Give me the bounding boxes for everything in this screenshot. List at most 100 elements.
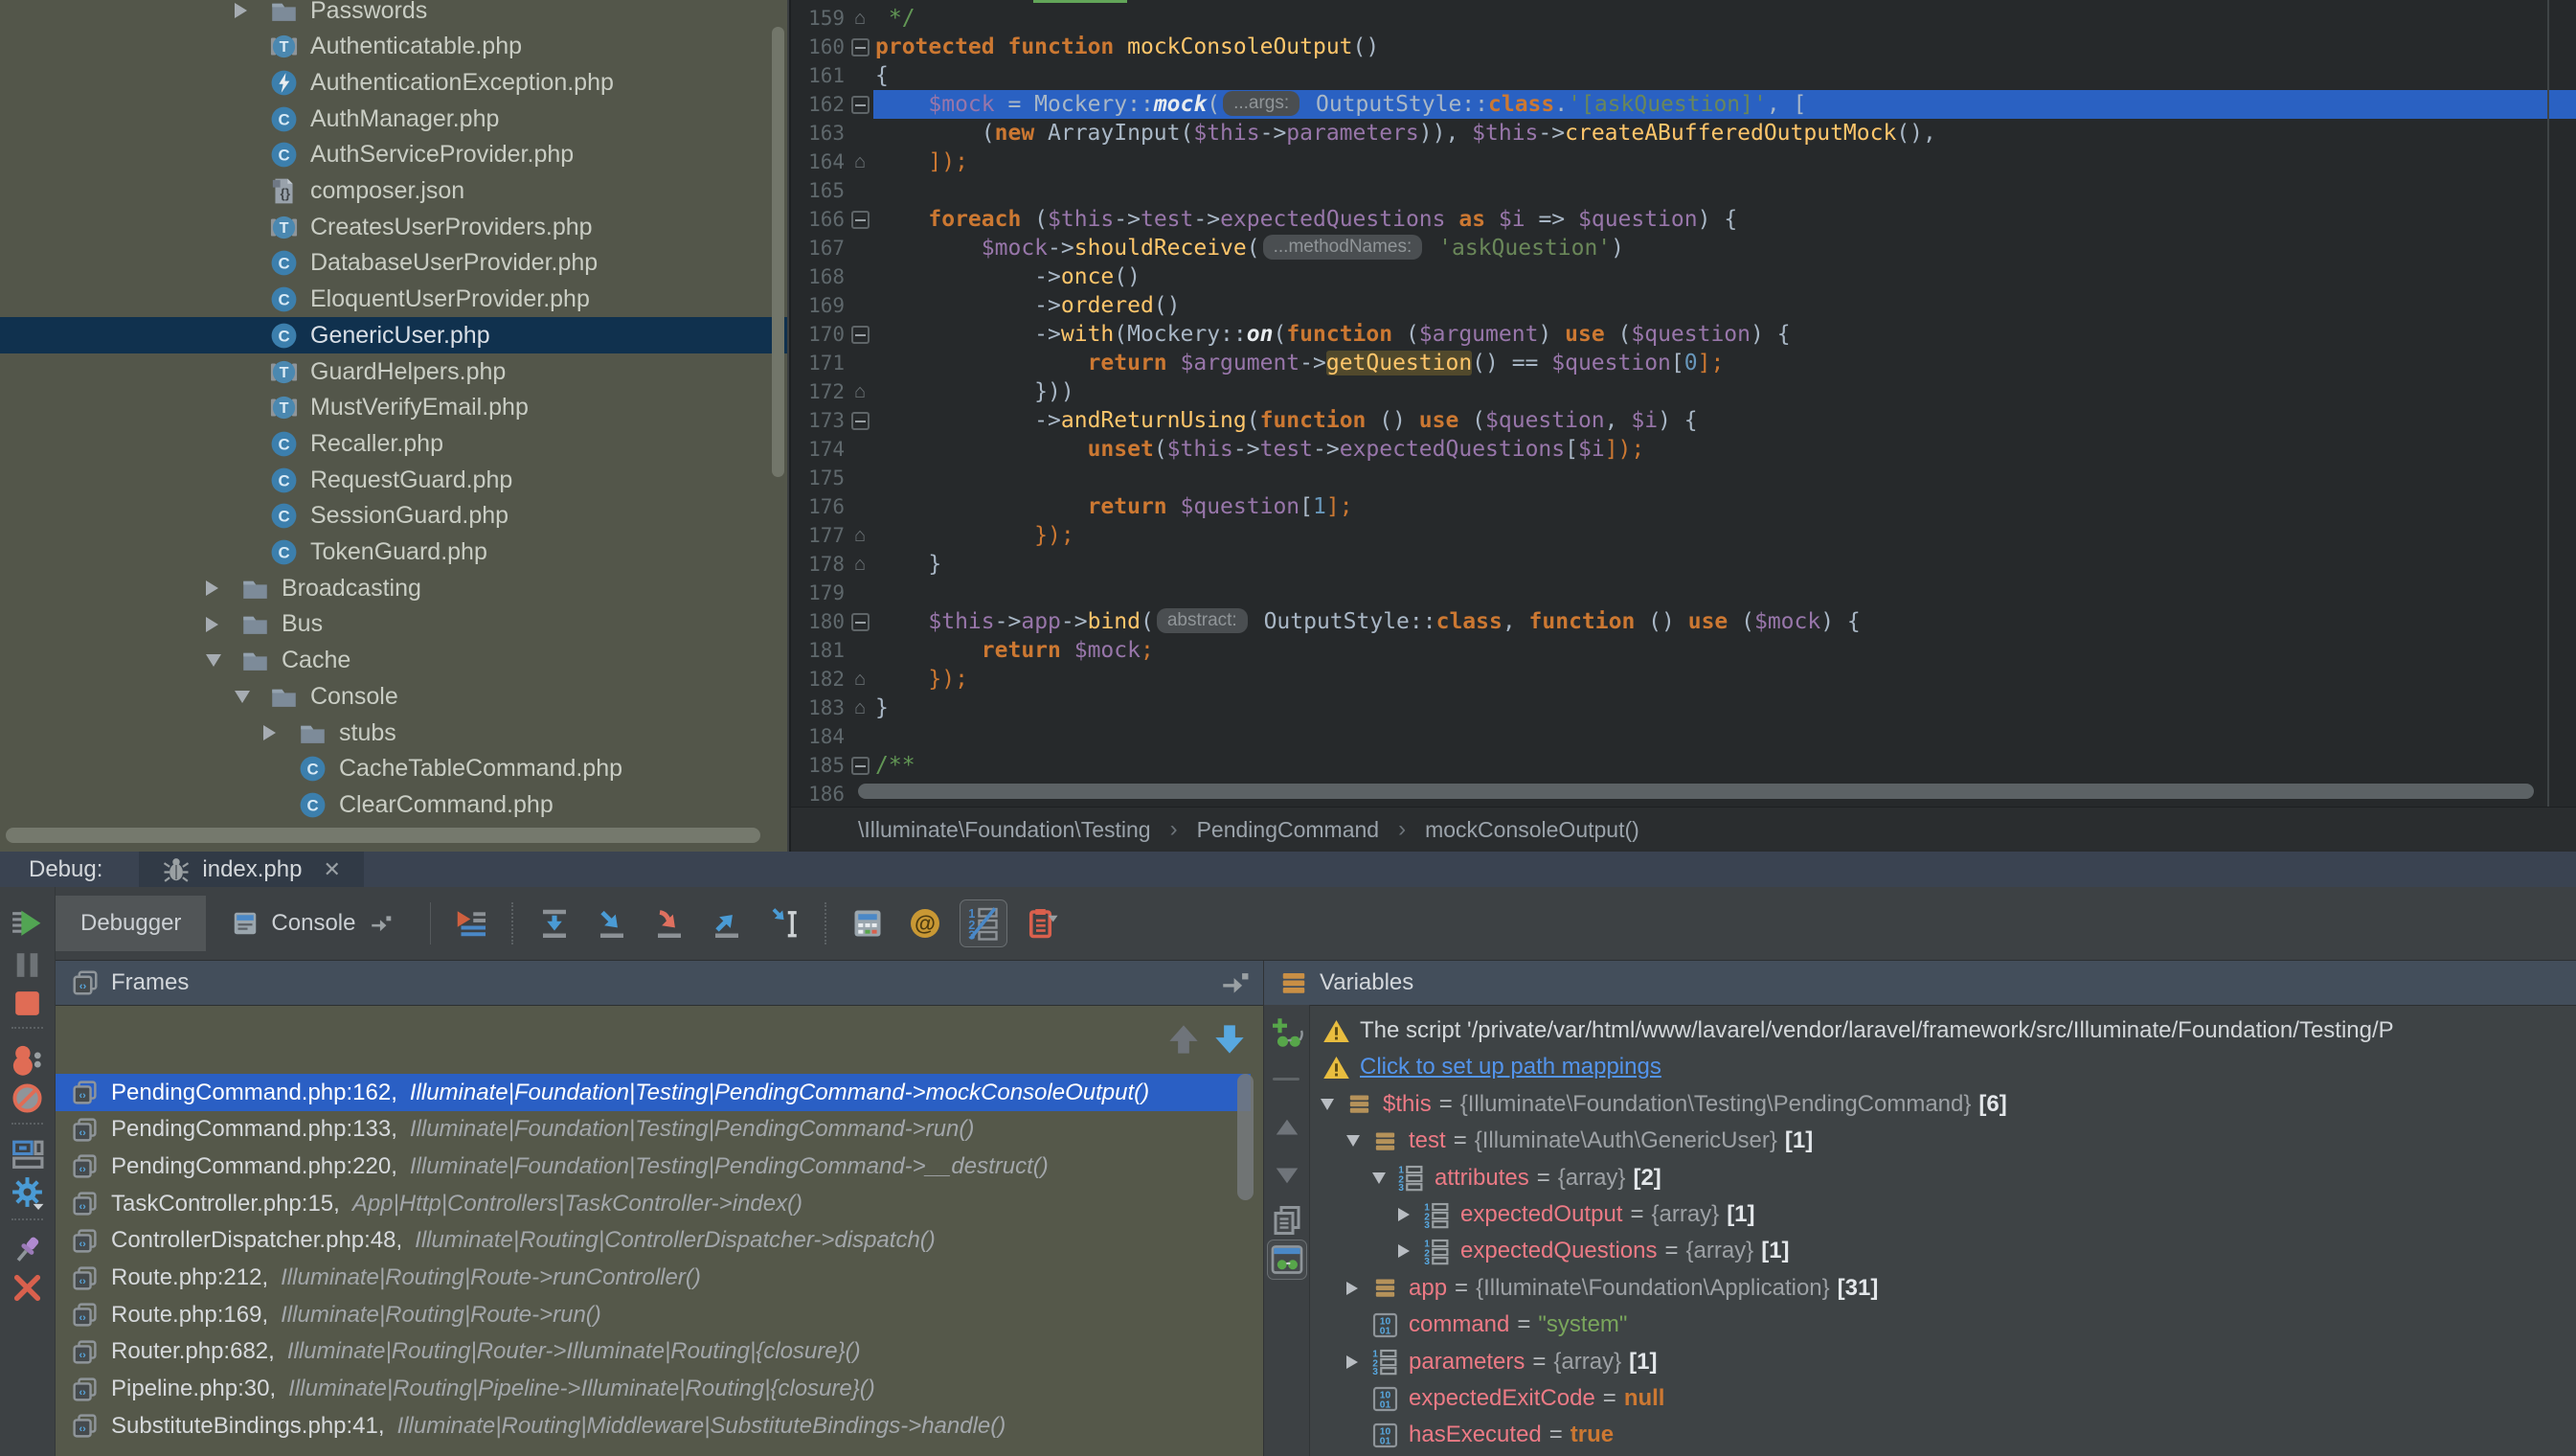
code-line-172[interactable]: 172⌂ })) (791, 377, 2576, 406)
code-line-181[interactable]: 181 return $mock; (791, 636, 2576, 665)
chevron-down-icon[interactable] (1346, 1135, 1371, 1147)
frame-row[interactable]: ‹›Route.php:169,Illuminate|Routing|Route… (56, 1296, 1251, 1333)
chevron-down-icon[interactable] (1321, 1099, 1345, 1110)
variable-row-parameters[interactable]: 123parameters={array}[1] (1309, 1344, 2576, 1380)
tree-item-cachetablecommand-php[interactable]: CCacheTableCommand.php (0, 751, 787, 787)
breadcrumb-item[interactable]: mockConsoleOutput() (1425, 817, 1639, 843)
frame-row[interactable]: ‹›Pipeline.php:30,Illuminate|Routing|Pip… (56, 1371, 1251, 1408)
down-small-icon[interactable] (1270, 1158, 1304, 1193)
pin-icon[interactable] (10, 1232, 45, 1267)
variable-row-command[interactable]: 1001command="system" (1309, 1307, 2576, 1343)
chevron-right-icon[interactable] (1346, 1282, 1371, 1295)
frame-row[interactable]: ‹›PendingCommand.php:162,Illuminate|Foun… (56, 1074, 1251, 1111)
tab-debugger[interactable]: Debugger (56, 896, 206, 951)
tree-item-sessionguard-php[interactable]: CSessionGuard.php (0, 498, 787, 535)
rerun-icon[interactable] (10, 906, 45, 942)
tree-item-authenticationexception-php[interactable]: AuthenticationException.php (0, 64, 787, 101)
debug-session-tab[interactable]: index.php ✕ (139, 852, 364, 887)
settings-icon[interactable] (10, 1174, 45, 1210)
code-line-163[interactable]: 163 (new ArrayInput($this->parameters)),… (791, 119, 2576, 148)
tree-item-clearcommand-php[interactable]: CClearCommand.php (0, 786, 787, 823)
fold-end-icon[interactable]: ⌂ (847, 521, 873, 550)
tree-item-genericuser-php[interactable]: CGenericUser.php (0, 317, 787, 353)
chevron-right-icon[interactable] (263, 725, 298, 740)
show-execution-point-icon[interactable] (448, 900, 494, 946)
fold-region-icon[interactable] (847, 751, 873, 780)
chevron-down-icon[interactable] (235, 691, 269, 703)
code-line-177[interactable]: 177⌂ }); (791, 521, 2576, 550)
fold-region-icon[interactable] (847, 205, 873, 234)
code-line-184[interactable]: 184 (791, 722, 2576, 751)
code-line-164[interactable]: 164⌂ ]); (791, 148, 2576, 176)
numbered-list-toggle-icon[interactable]: 123 (960, 899, 1007, 947)
tree-item-cache[interactable]: Cache (0, 643, 787, 679)
variable-row-expectedexitcode[interactable]: 1001expectedExitCode=null (1309, 1380, 2576, 1417)
mute-breakpoints-icon[interactable] (10, 1081, 45, 1116)
fold-end-icon[interactable]: ⌂ (847, 4, 873, 33)
tree-item-databaseuserprovider-php[interactable]: CDatabaseUserProvider.php (0, 245, 787, 282)
code-line-165[interactable]: 165 (791, 176, 2576, 205)
breadcrumb-item[interactable]: \Illuminate\Foundation\Testing (858, 817, 1151, 843)
code-line-179[interactable]: 179 (791, 579, 2576, 607)
force-step-into-icon[interactable] (646, 900, 692, 946)
tree-vertical-scrollbar[interactable] (772, 27, 784, 477)
code-line-160[interactable]: 160protected function mockConsoleOutput(… (791, 33, 2576, 61)
copy-icon[interactable] (1270, 1203, 1304, 1238)
tree-item-createsuserproviders-php[interactable]: TCreatesUserProviders.php (0, 209, 787, 245)
setup-path-mappings-link[interactable]: Click to set up path mappings (1360, 1054, 1661, 1081)
tree-item-guardhelpers-php[interactable]: TGuardHelpers.php (0, 353, 787, 390)
tree-item-mustverifyemail-php[interactable]: TMustVerifyEmail.php (0, 390, 787, 426)
tree-item-console[interactable]: Console (0, 678, 787, 715)
variable-row-app[interactable]: app={Illuminate\Foundation\Application}[… (1309, 1270, 2576, 1307)
variable-row-hasexecuted[interactable]: 1001hasExecuted=true (1309, 1417, 2576, 1453)
chevron-down-icon[interactable] (1372, 1172, 1397, 1184)
frame-row[interactable]: ‹›Route.php:212,Illuminate|Routing|Route… (56, 1260, 1251, 1297)
code-editor[interactable]: 159⌂ */160protected function mockConsole… (789, 0, 2576, 852)
reset-frame-icon[interactable] (1019, 900, 1065, 946)
chevron-right-icon[interactable] (235, 3, 269, 18)
run-to-cursor-icon[interactable] (761, 900, 807, 946)
code-line-175[interactable]: 175 (791, 464, 2576, 492)
tree-horizontal-scrollbar[interactable] (6, 828, 760, 843)
frame-row[interactable]: ‹›Router.php:682,Illuminate|Routing|Rout… (56, 1333, 1251, 1371)
next-frame-button[interactable] (1209, 1018, 1251, 1060)
chevron-right-icon[interactable] (206, 580, 240, 596)
inline-values-icon[interactable]: @ (902, 900, 948, 946)
show-watches-icon[interactable] (1267, 1240, 1307, 1280)
evaluate-expression-icon[interactable] (845, 900, 891, 946)
tree-item-composer-json[interactable]: {}composer.json (0, 173, 787, 210)
frame-row[interactable]: ‹›PendingCommand.php:220,Illuminate|Foun… (56, 1148, 1251, 1185)
code-line-174[interactable]: 174 unset($this->test->expectedQuestions… (791, 435, 2576, 464)
stop-icon[interactable] (10, 986, 45, 1021)
path-mappings-link-row[interactable]: Click to set up path mappings (1309, 1049, 2576, 1085)
chevron-right-icon[interactable] (206, 617, 240, 632)
tree-item-stubs[interactable]: stubs (0, 715, 787, 751)
frame-row[interactable]: ‹›TaskController.php:15,App|Http|Control… (56, 1185, 1251, 1222)
add-watch-icon[interactable] (1270, 1016, 1304, 1051)
variable-row-expectedquestions[interactable]: 123expectedQuestions={array}[1] (1309, 1233, 2576, 1269)
tab-console[interactable]: Console (206, 896, 418, 951)
hide-frames-icon[interactable] (1219, 967, 1252, 999)
tree-item-authserviceprovider-php[interactable]: CAuthServiceProvider.php (0, 137, 787, 173)
close-session-icon[interactable]: ✕ (323, 857, 340, 882)
frame-row[interactable]: ‹›SubstituteBindings.php:41,Illuminate|R… (56, 1407, 1251, 1445)
step-over-icon[interactable] (531, 900, 577, 946)
chevron-down-icon[interactable] (206, 654, 240, 667)
variable-row-expectedoutput[interactable]: 123expectedOutput={array}[1] (1309, 1196, 2576, 1233)
code-line-159[interactable]: 159⌂ */ (791, 4, 2576, 33)
fold-end-icon[interactable]: ⌂ (847, 665, 873, 694)
tree-item-passwords[interactable]: Passwords (0, 0, 787, 29)
frames-scrollbar[interactable] (1237, 1074, 1254, 1200)
close-icon[interactable] (10, 1270, 45, 1306)
code-line-161[interactable]: 161{ (791, 61, 2576, 90)
tree-item-eloquentuserprovider-php[interactable]: CEloquentUserProvider.php (0, 282, 787, 318)
fold-region-icon[interactable] (847, 320, 873, 349)
fold-region-icon[interactable] (847, 90, 873, 119)
breadcrumb-item[interactable]: PendingCommand (1197, 817, 1380, 843)
editor-horizontal-scrollbar[interactable] (858, 784, 2534, 799)
restore-layout-icon[interactable] (10, 1136, 45, 1172)
code-line-183[interactable]: 183⌂} (791, 694, 2576, 722)
frame-row[interactable]: ‹›ControllerDispatcher.php:48,Illuminate… (56, 1222, 1251, 1260)
chevron-right-icon[interactable] (1398, 1208, 1423, 1221)
fold-end-icon[interactable]: ⌂ (847, 550, 873, 579)
